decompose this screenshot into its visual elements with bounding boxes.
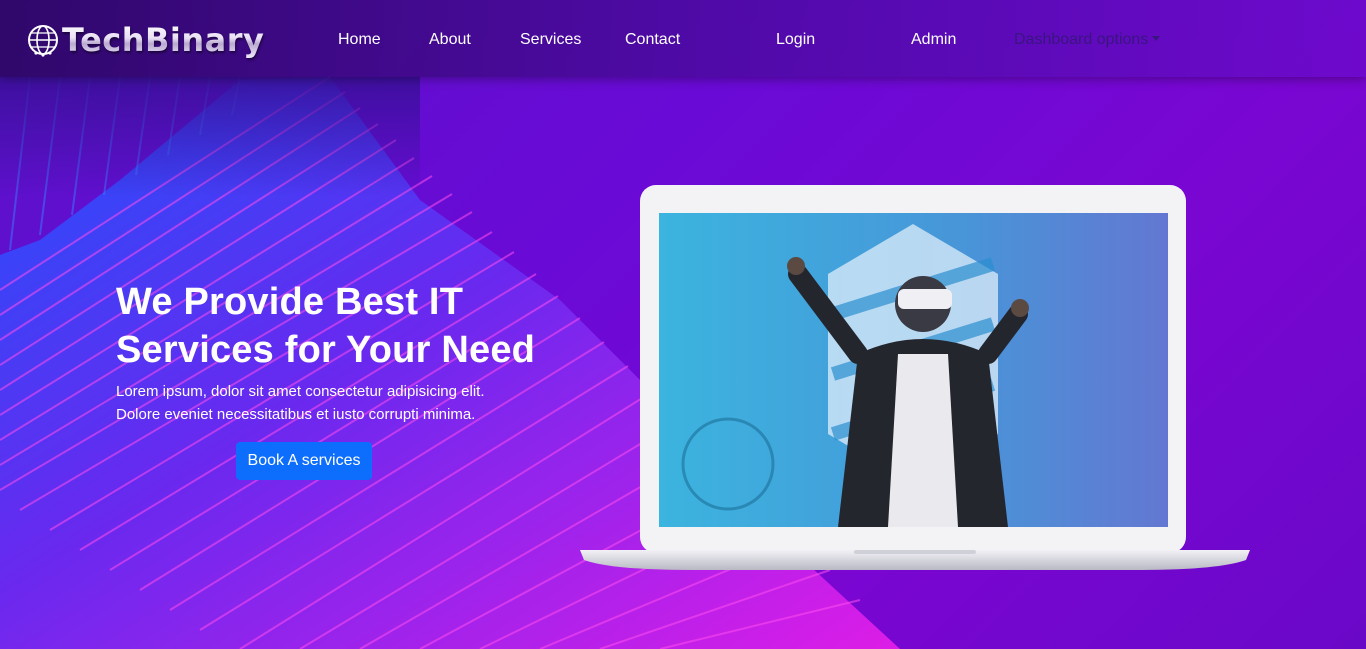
nav-admin[interactable]: Admin <box>911 30 956 50</box>
hero-description-line-2: Dolore eveniet necessitatibus et iusto c… <box>116 406 476 423</box>
brand-name: TechBinary <box>62 21 265 59</box>
hero-title: We Provide Best IT Services for Your Nee… <box>116 278 535 374</box>
nav-home[interactable]: Home <box>338 30 381 50</box>
caret-down-icon <box>1152 36 1161 41</box>
hero-title-line-2: Services for Your Need <box>116 329 536 371</box>
laptop-vr-user-image <box>580 185 1250 570</box>
globe-circuit-icon <box>28 25 58 57</box>
dashboard-label: Dashboard options <box>1014 31 1149 48</box>
book-service-button[interactable]: Book A services <box>236 442 372 480</box>
hero-title-line-1: We Provide Best IT <box>116 281 464 323</box>
nav-dashboard-dropdown[interactable]: Dashboard options <box>1014 30 1161 50</box>
brand-logo[interactable]: TechBinary <box>26 18 264 62</box>
navbar: TechBinary Home About Services Contact L… <box>0 0 1366 77</box>
nav-about[interactable]: About <box>429 30 471 50</box>
nav-services[interactable]: Services <box>520 30 581 50</box>
hero-description-line-1: Lorem ipsum, dolor sit amet consectetur … <box>116 383 485 400</box>
nav-login[interactable]: Login <box>776 30 815 50</box>
nav-contact[interactable]: Contact <box>625 30 680 50</box>
hero-description: Lorem ipsum, dolor sit amet consectetur … <box>116 380 485 426</box>
